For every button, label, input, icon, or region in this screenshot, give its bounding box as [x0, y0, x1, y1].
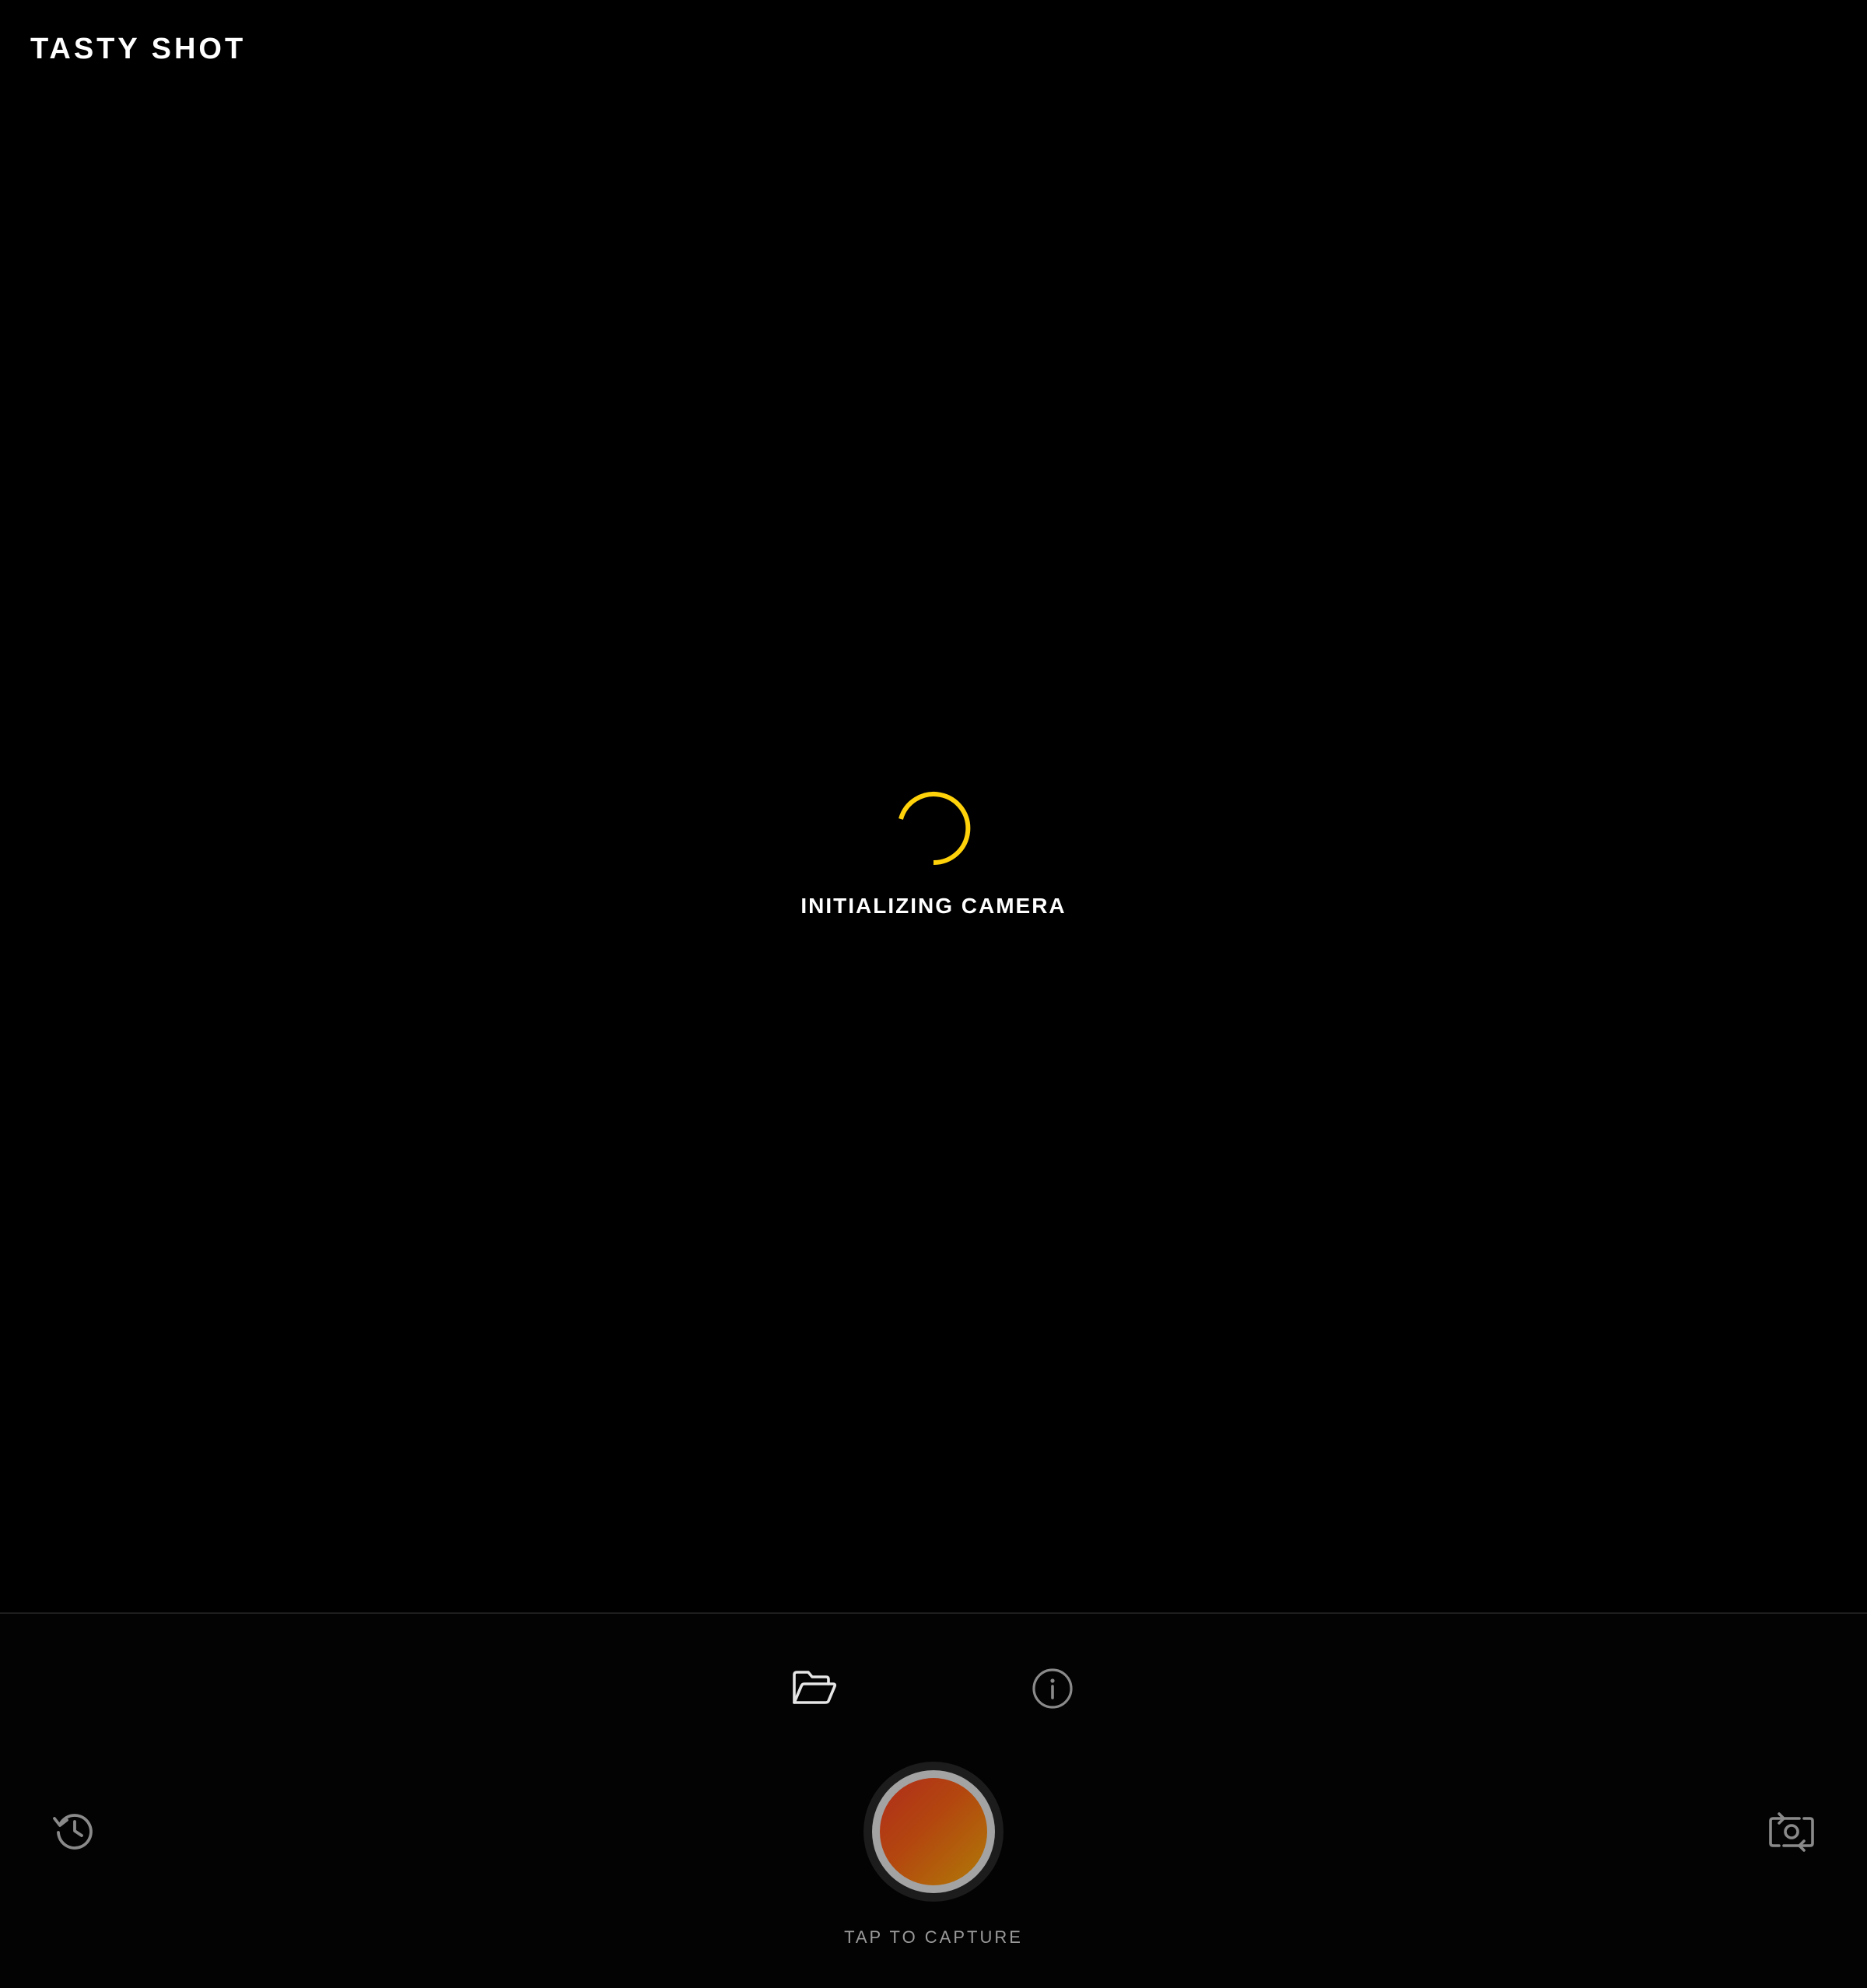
info-icon	[1032, 1668, 1073, 1709]
open-gallery-button[interactable]	[791, 1667, 838, 1710]
app-title: TASTY SHOT	[30, 33, 247, 65]
history-icon	[53, 1814, 93, 1850]
camera-app: TASTY SHOT INITIALIZING CAMERA TAP TO CA…	[0, 0, 1867, 1988]
camera-flip-icon	[1769, 1812, 1814, 1852]
history-button[interactable]	[52, 1808, 97, 1853]
shutter-button[interactable]	[863, 1762, 1004, 1902]
folder-open-icon	[793, 1671, 837, 1704]
loading-spinner-icon	[898, 792, 971, 866]
camera-status-text: INITIALIZING CAMERA	[800, 894, 1067, 918]
info-button[interactable]	[1030, 1666, 1075, 1711]
camera-viewfinder: TASTY SHOT INITIALIZING CAMERA	[0, 0, 1867, 1612]
switch-camera-button[interactable]	[1768, 1806, 1815, 1853]
capture-hint-label: TAP TO CAPTURE	[844, 1927, 1023, 1947]
shutter-ring	[872, 1770, 995, 1893]
shutter-core	[880, 1778, 987, 1885]
